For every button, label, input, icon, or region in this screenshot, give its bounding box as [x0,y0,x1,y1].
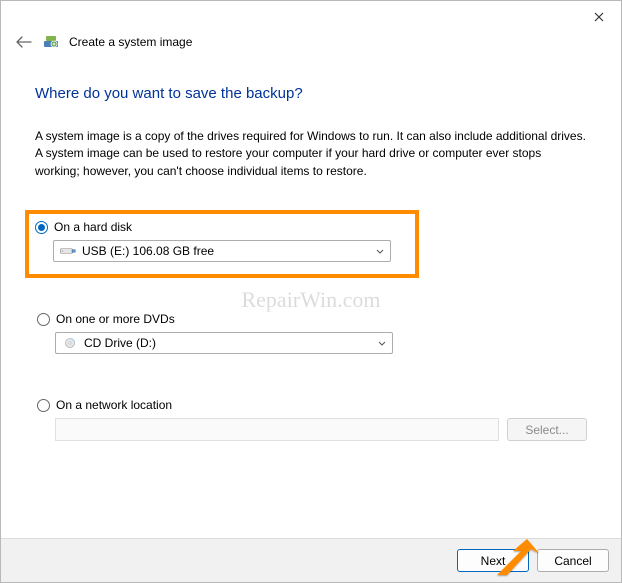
cancel-button[interactable]: Cancel [537,549,609,572]
radio-icon [37,399,50,412]
radio-hard-disk[interactable]: On a hard disk [35,220,407,234]
app-icon [43,34,59,50]
content-area: Where do you want to save the backup? A … [1,51,621,441]
radio-network-label: On a network location [56,398,172,412]
footer-bar: Next Cancel [1,538,621,582]
chevron-down-icon [370,249,390,254]
highlight-annotation: On a hard disk USB (E:) 106.08 GB free [25,210,419,278]
dialog-window: Create a system image Where do you want … [0,0,622,583]
usb-drive-icon [60,245,76,257]
hard-disk-dropdown-value: USB (E:) 106.08 GB free [82,244,370,258]
radio-network[interactable]: On a network location [37,398,587,412]
hard-disk-dropdown[interactable]: USB (E:) 106.08 GB free [53,240,391,262]
radio-dvd-label: On one or more DVDs [56,312,175,326]
dvd-dropdown[interactable]: CD Drive (D:) [55,332,393,354]
select-button: Select... [507,418,587,441]
disc-icon [62,337,78,349]
dvd-dropdown-value: CD Drive (D:) [84,336,372,350]
title-bar [1,1,621,35]
network-path-input [55,418,499,441]
header-title: Create a system image [69,35,192,49]
back-button[interactable] [15,33,33,51]
page-title: Where do you want to save the backup? [35,85,587,102]
chevron-down-icon [372,341,392,346]
radio-icon [35,221,48,234]
radio-hard-disk-label: On a hard disk [54,220,132,234]
header: Create a system image [1,33,621,51]
close-button[interactable] [585,5,613,29]
close-icon [594,12,604,22]
option-network: On a network location Select... [37,398,587,441]
page-description: A system image is a copy of the drives r… [35,128,587,180]
radio-dvd[interactable]: On one or more DVDs [37,312,587,326]
back-arrow-icon [16,36,32,48]
next-button[interactable]: Next [457,549,529,572]
option-dvd: On one or more DVDs CD Drive (D:) [37,312,587,354]
radio-icon [37,313,50,326]
